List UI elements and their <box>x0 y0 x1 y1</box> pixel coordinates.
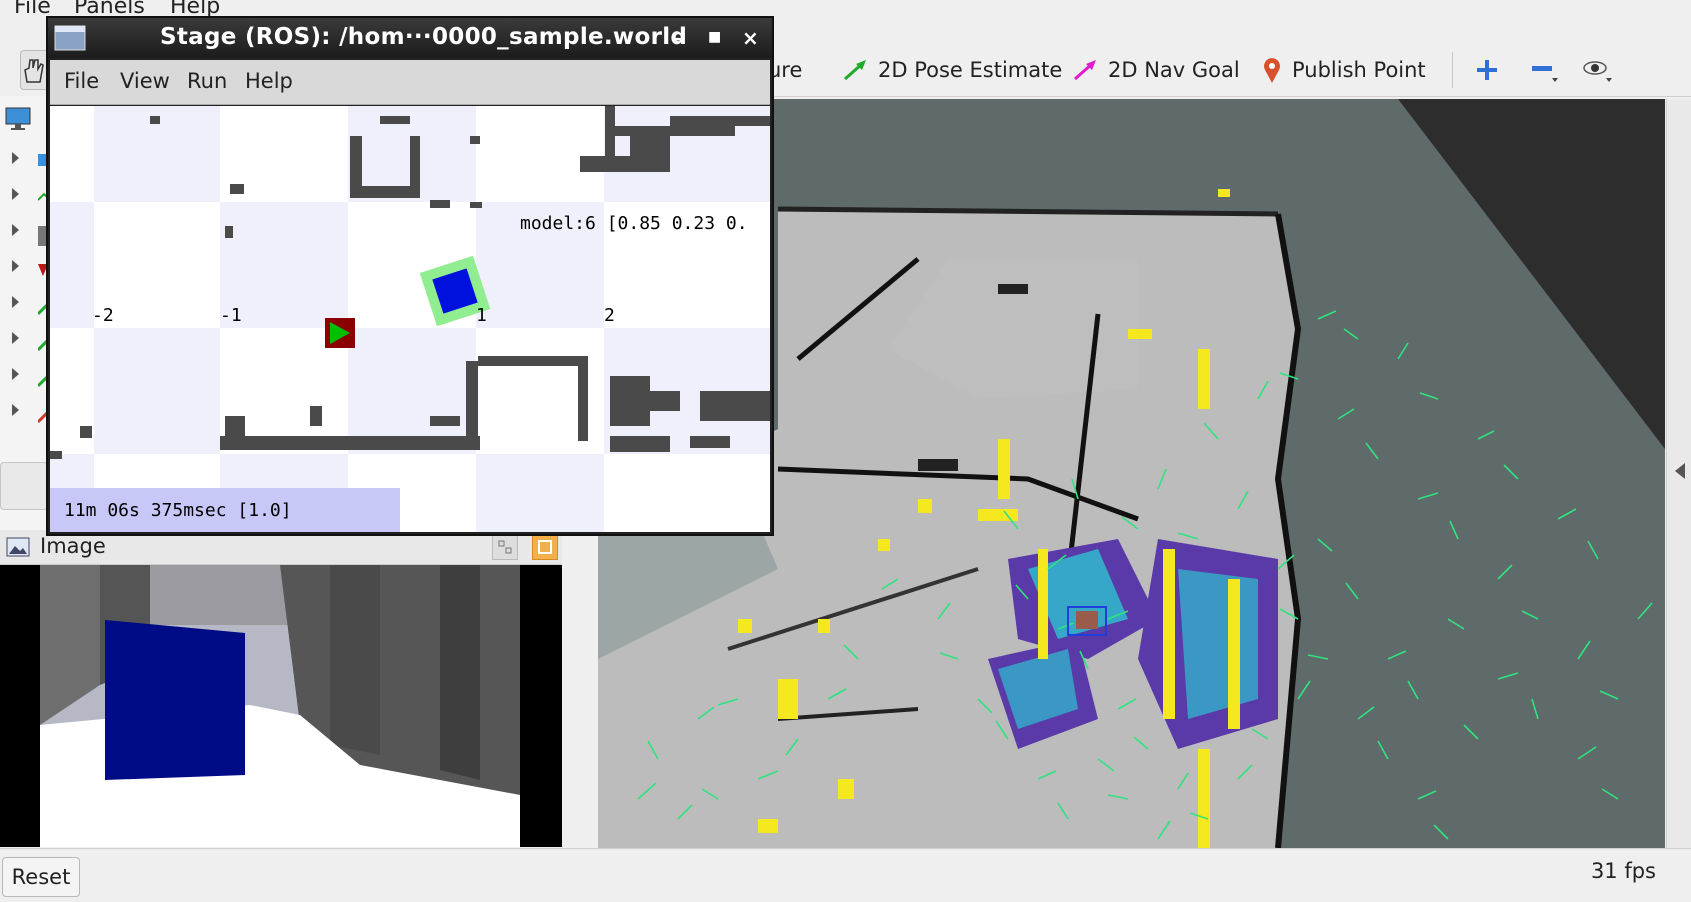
stage-menu-run[interactable]: Run <box>187 69 227 93</box>
remove-tool-button[interactable] <box>1530 55 1560 85</box>
camera-image-view <box>0 565 562 847</box>
plus-icon <box>1477 60 1497 80</box>
stage-menubar: File View Run Help <box>50 60 770 105</box>
image-panel-title: Image <box>40 534 106 558</box>
expand-arrow-icon[interactable] <box>12 332 19 344</box>
expand-arrow-icon[interactable] <box>12 368 19 380</box>
hand-icon <box>24 59 44 83</box>
stage-world-drawing <box>50 106 770 532</box>
stage-window-title: Stage (ROS): /hom···0000_sample.world <box>160 24 688 50</box>
stage-clock: 11m 06s 375msec [1.0] <box>64 500 292 521</box>
collapse-arrow-icon <box>1675 463 1685 479</box>
nav-goal-label: 2D Nav Goal <box>1108 58 1240 82</box>
eye-icon <box>1583 61 1612 82</box>
stage-menu-help[interactable]: Help <box>245 69 293 93</box>
views-panel-toggle[interactable] <box>1666 99 1691 848</box>
expand-arrow-icon[interactable] <box>12 224 19 236</box>
expand-arrow-icon[interactable] <box>12 260 19 272</box>
close-icon <box>538 540 552 554</box>
stage-world-canvas[interactable]: -2 -1 1 2 model:6 [0.85 0.23 0. 11m 06s … <box>50 106 770 532</box>
add-display-button[interactable] <box>0 462 48 510</box>
close-panel-button[interactable] <box>532 534 558 560</box>
green-arrow-icon <box>844 60 866 81</box>
map-pin-icon <box>1264 58 1280 83</box>
nav-goal-button[interactable]: 2D Nav Goal <box>1072 55 1240 85</box>
close-button[interactable]: × <box>742 26 759 50</box>
expand-arrow-icon[interactable] <box>12 296 19 308</box>
publish-point-button[interactable]: Publish Point <box>1262 55 1426 85</box>
axis-tick-neg1: -1 <box>220 305 242 326</box>
undock-icon <box>498 540 512 554</box>
undock-button[interactable] <box>492 534 518 560</box>
camera-scene <box>40 565 520 847</box>
fps-readout: 31 fps <box>1590 859 1656 883</box>
stage-titlebar[interactable]: Stage (ROS): /hom···0000_sample.world – … <box>48 18 772 58</box>
window-icon <box>54 25 86 51</box>
publish-point-label: Publish Point <box>1292 58 1426 82</box>
stage-menu-file[interactable]: File <box>64 69 99 93</box>
axis-tick-2: 2 <box>604 305 615 326</box>
monitor-icon <box>5 107 31 130</box>
stage-menu-view[interactable]: View <box>120 69 170 93</box>
expand-arrow-icon[interactable] <box>12 188 19 200</box>
reset-button[interactable]: Reset <box>2 857 80 897</box>
stage-window: Stage (ROS): /hom···0000_sample.world – … <box>46 16 774 536</box>
add-tool-button[interactable] <box>1475 55 1499 85</box>
axis-tick-1: 1 <box>476 305 487 326</box>
minimize-button[interactable]: – <box>674 26 684 50</box>
expand-arrow-icon[interactable] <box>12 404 19 416</box>
toolbar-separator <box>1452 52 1453 88</box>
minus-icon <box>1532 66 1558 82</box>
pose-estimate-button[interactable]: 2D Pose Estimate <box>842 55 1062 85</box>
expand-arrow-icon[interactable] <box>12 152 19 164</box>
axis-tick-neg2: -2 <box>92 305 114 326</box>
pose-estimate-label: 2D Pose Estimate <box>878 58 1063 82</box>
status-bar: Reset 31 fps <box>0 848 1691 902</box>
magenta-arrow-icon <box>1074 60 1096 81</box>
tool-properties-button[interactable] <box>1582 55 1614 85</box>
stage-clock-bar: 11m 06s 375msec [1.0] <box>50 488 400 532</box>
image-icon <box>6 537 30 557</box>
maximize-button[interactable]: ■ <box>708 29 721 45</box>
model-label: model:6 [0.85 0.23 0. <box>520 213 748 234</box>
